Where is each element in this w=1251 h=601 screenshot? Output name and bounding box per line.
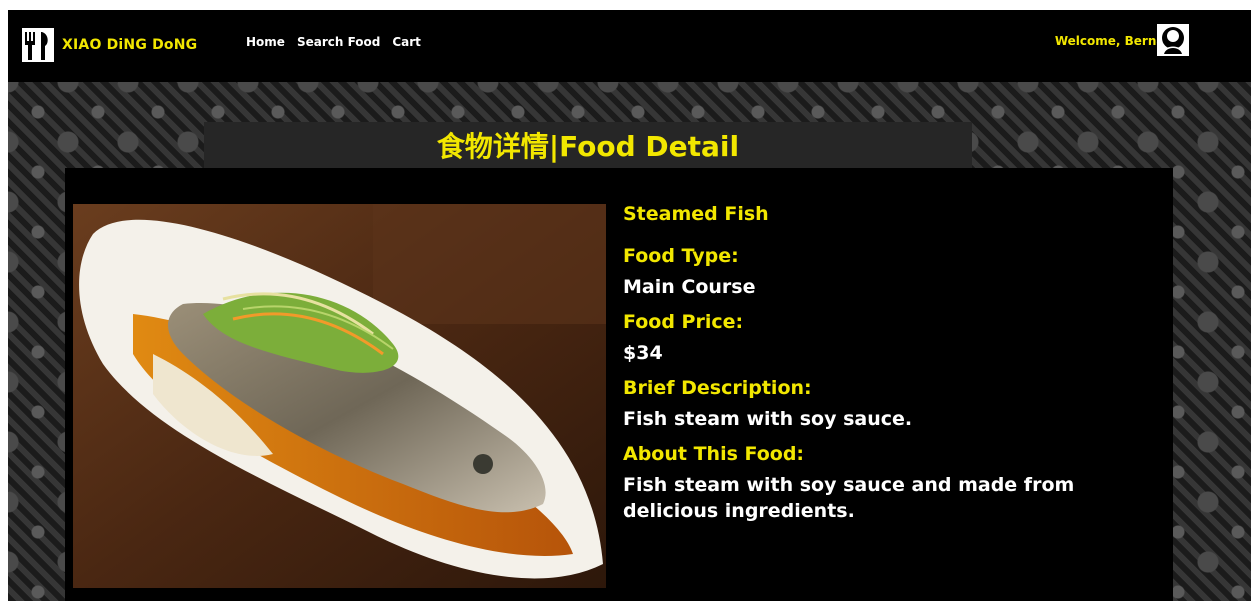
food-name: Steamed Fish — [623, 203, 769, 225]
about-food-label: About This Food: — [623, 443, 805, 465]
nav-cart-link[interactable]: Cart — [392, 35, 421, 49]
nav-search-food-link[interactable]: Search Food — [297, 35, 380, 49]
fork-knife-icon — [22, 28, 54, 62]
food-type-value: Main Course — [623, 276, 756, 298]
food-price-value: $34 — [623, 342, 663, 364]
food-info: Steamed Fish Food Type: Main Course Food… — [623, 202, 1163, 534]
brief-description-label: Brief Description: — [623, 377, 812, 399]
title-bar: 食物详情|Food Detail — [204, 122, 972, 168]
brand-name[interactable]: XIAO DiNG DoNG — [62, 37, 197, 53]
food-type-label: Food Type: — [623, 245, 739, 267]
app-frame: XIAO DiNG DoNG Home Search Food Cart Wel… — [8, 10, 1251, 601]
nav-links: Home Search Food Cart — [246, 35, 421, 49]
user-avatar-icon[interactable] — [1157, 24, 1189, 56]
food-detail-panel: Steamed Fish Food Type: Main Course Food… — [65, 168, 1173, 601]
page-title: 食物详情|Food Detail — [436, 130, 740, 163]
steamed-fish-photo — [73, 204, 606, 588]
nav-home-link[interactable]: Home — [246, 35, 285, 49]
brand[interactable]: XIAO DiNG DoNG — [22, 28, 197, 62]
brief-description-value: Fish steam with soy sauce. — [623, 408, 913, 430]
food-price-label: Food Price: — [623, 311, 744, 333]
navbar: XIAO DiNG DoNG Home Search Food Cart Wel… — [8, 10, 1251, 82]
about-food-value: Fish steam with soy sauce and made from … — [623, 474, 1075, 522]
